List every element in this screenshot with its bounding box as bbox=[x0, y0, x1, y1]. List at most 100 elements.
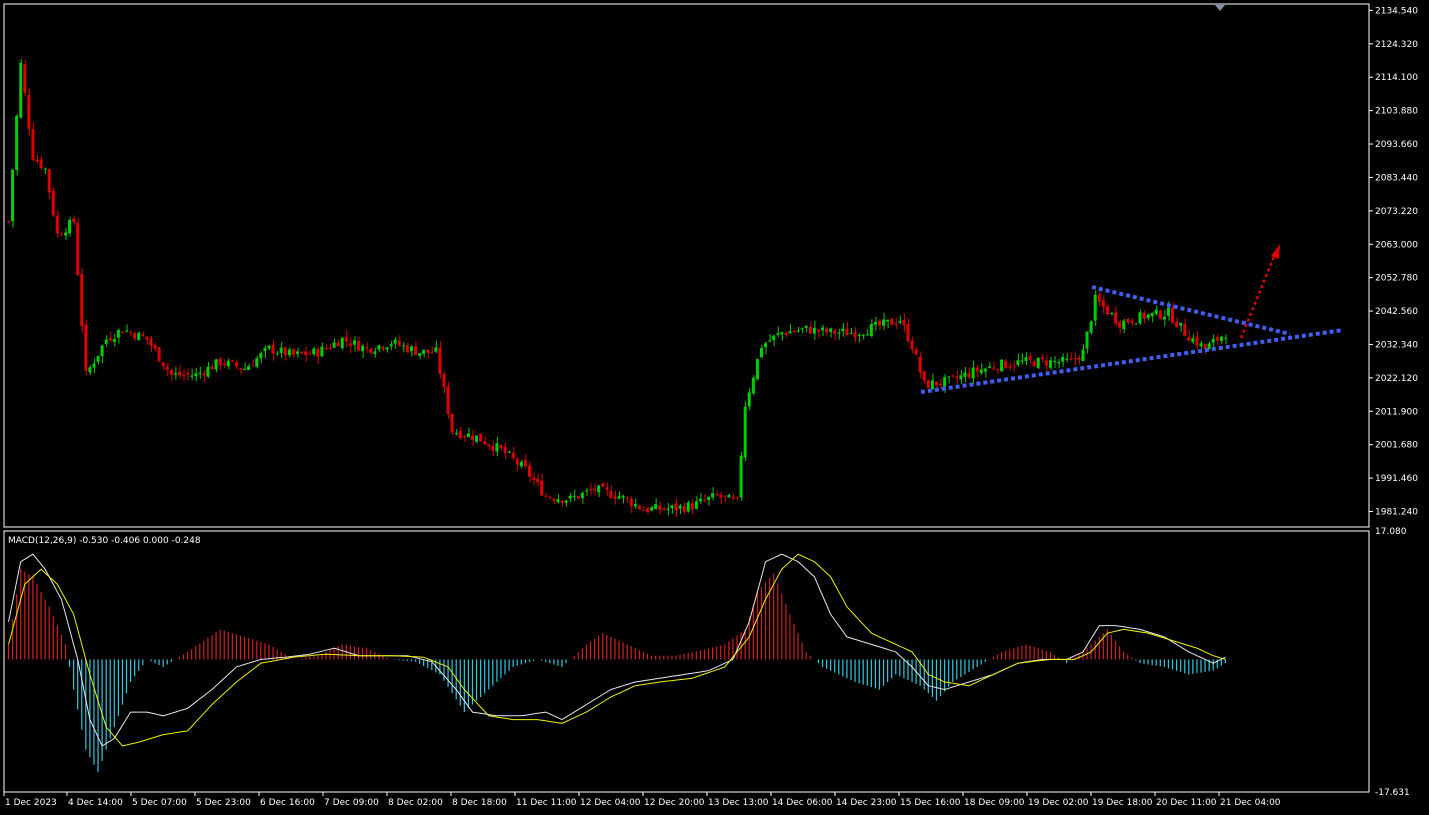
candle bbox=[19, 59, 23, 120]
time-axis-label: 11 Dec 11:00 bbox=[516, 798, 577, 808]
candle bbox=[971, 360, 975, 384]
candle bbox=[304, 346, 308, 362]
candle bbox=[434, 340, 438, 354]
candle bbox=[283, 346, 287, 361]
candle bbox=[833, 328, 837, 341]
candle bbox=[589, 482, 593, 496]
candle bbox=[422, 349, 426, 358]
candle bbox=[72, 215, 76, 226]
candle bbox=[1158, 309, 1162, 320]
candle bbox=[987, 362, 991, 369]
candle bbox=[788, 324, 792, 334]
candle bbox=[218, 357, 222, 371]
candle bbox=[544, 493, 548, 498]
candle bbox=[173, 366, 177, 380]
candle bbox=[491, 440, 495, 456]
macd-header-label: MACD(12,26,9) -0.530 -0.406 0.000 -0.248 bbox=[8, 536, 201, 546]
candle bbox=[68, 216, 72, 237]
candle bbox=[702, 493, 706, 503]
candle bbox=[825, 326, 829, 336]
support-trendline[interactable] bbox=[920, 328, 1344, 394]
candle bbox=[1048, 356, 1052, 371]
candle bbox=[723, 495, 727, 503]
candle bbox=[674, 499, 678, 518]
candle bbox=[149, 335, 153, 353]
candle bbox=[1122, 318, 1126, 334]
triangle-down-icon[interactable] bbox=[1215, 5, 1225, 11]
candle bbox=[955, 370, 959, 384]
candle bbox=[308, 350, 312, 355]
time-axis-label: 13 Dec 13:00 bbox=[708, 798, 769, 808]
candle bbox=[418, 353, 422, 359]
candle bbox=[629, 496, 633, 513]
candle bbox=[686, 500, 690, 513]
candle bbox=[1032, 360, 1036, 367]
price-axis-label: 2063.000 bbox=[1375, 240, 1418, 250]
candle bbox=[332, 338, 336, 349]
price-axis-label: 2011.900 bbox=[1375, 407, 1418, 417]
resistance-trendline[interactable] bbox=[1091, 285, 1291, 336]
macd-panel[interactable] bbox=[3, 530, 1370, 793]
candle bbox=[137, 331, 141, 341]
price-panel[interactable] bbox=[3, 3, 1370, 528]
candle bbox=[1114, 306, 1118, 327]
candle bbox=[499, 444, 503, 451]
macd-axis-label: -17.631 bbox=[1375, 788, 1410, 798]
candle bbox=[536, 473, 540, 487]
candle bbox=[369, 347, 373, 356]
time-axis-label: 8 Dec 02:00 bbox=[388, 798, 443, 808]
candle bbox=[1012, 360, 1016, 372]
candle bbox=[446, 382, 450, 419]
candle bbox=[996, 368, 1000, 374]
candle bbox=[1223, 334, 1227, 345]
candle bbox=[503, 442, 507, 459]
candle bbox=[759, 344, 763, 359]
candle bbox=[7, 220, 10, 224]
candle bbox=[182, 368, 186, 382]
candle bbox=[1219, 335, 1223, 345]
candle bbox=[88, 364, 92, 375]
candle bbox=[210, 364, 214, 370]
candle bbox=[613, 490, 617, 505]
candle bbox=[784, 331, 788, 338]
candle bbox=[755, 358, 759, 381]
candle bbox=[409, 344, 413, 357]
candle bbox=[886, 319, 890, 329]
candle bbox=[226, 358, 230, 370]
candle bbox=[401, 342, 405, 352]
price-axis-label: 2114.100 bbox=[1375, 73, 1418, 83]
price-axis-label: 2052.780 bbox=[1375, 274, 1418, 284]
candle bbox=[796, 326, 800, 333]
candle bbox=[658, 501, 662, 515]
candle bbox=[1150, 312, 1154, 323]
candle bbox=[682, 501, 686, 515]
time-axis-label: 21 Dec 04:00 bbox=[1220, 798, 1281, 808]
candle bbox=[694, 496, 698, 510]
candle bbox=[1101, 295, 1105, 314]
candle bbox=[727, 494, 731, 498]
candle bbox=[743, 401, 747, 461]
candle bbox=[169, 369, 173, 382]
candle bbox=[397, 334, 401, 348]
candle bbox=[707, 496, 711, 506]
candle bbox=[1118, 319, 1122, 334]
candle bbox=[926, 379, 930, 389]
price-axis-label: 2134.540 bbox=[1375, 6, 1418, 16]
time-axis-label: 5 Dec 23:00 bbox=[196, 798, 251, 808]
price-axis-label: 2073.220 bbox=[1375, 207, 1418, 217]
price-axis-label: 2083.440 bbox=[1375, 173, 1418, 183]
candle bbox=[719, 491, 723, 505]
candle bbox=[352, 336, 356, 352]
candle bbox=[772, 335, 776, 347]
price-axis-label: 1981.240 bbox=[1375, 508, 1418, 518]
candle bbox=[1020, 353, 1024, 365]
candle bbox=[1183, 318, 1187, 337]
candle bbox=[633, 498, 637, 509]
candle bbox=[841, 323, 845, 337]
candle bbox=[605, 482, 609, 497]
candle bbox=[584, 487, 588, 497]
candle bbox=[1073, 352, 1077, 366]
time-axis-label: 1 Dec 2023 bbox=[5, 798, 57, 808]
time-axis-label: 5 Dec 07:00 bbox=[132, 798, 187, 808]
candle bbox=[670, 504, 674, 514]
